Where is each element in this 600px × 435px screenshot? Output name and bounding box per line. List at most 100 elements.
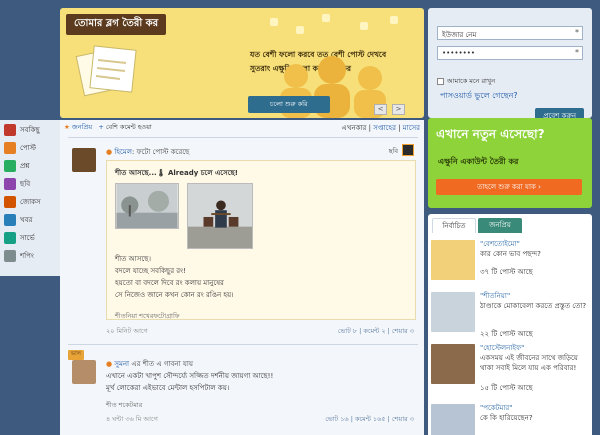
hero-next-button[interactable]: >: [392, 104, 405, 115]
share-count[interactable]: শেয়ার ৩: [392, 327, 414, 335]
start-following-button[interactable]: চলো শুরু করি: [248, 96, 330, 113]
nav-label: সবকিছু: [20, 126, 40, 134]
alert-icon: ●: [106, 148, 113, 156]
nav-label: ছবি: [20, 180, 31, 188]
post-count: ৩৭ টি পোস্ট আছে: [480, 268, 533, 276]
share-count[interactable]: শেয়ার ৩: [392, 415, 414, 423]
post-line: মূর্খ লোকেরা এইভাবে মেন্টাল হসপিটাল কয়।: [106, 384, 230, 392]
nav-item-shopping[interactable]: শপিং: [4, 250, 60, 267]
nav-label: খবর: [20, 216, 33, 224]
username-input[interactable]: ইউজার নেম *: [437, 26, 583, 40]
vote-count[interactable]: ভোট ৮: [338, 327, 357, 335]
nav-item-news[interactable]: খবর: [4, 214, 60, 231]
feed-post: ভাল ● সুমনা এর শীত এ গাবনা যায় এখানে এক…: [60, 346, 424, 435]
post-icon: [4, 142, 16, 154]
featured-subtitle: ঠাণ্ডাকে মোকাবেলা করতে প্রস্তুত তো?: [480, 302, 587, 310]
nav-label: পোস্ট: [20, 144, 36, 152]
tab-popular[interactable]: জনপ্রিয়: [478, 218, 522, 233]
featured-item[interactable]: "পকেটমার" কে কি হারিয়েছেন?: [428, 400, 592, 435]
signup-button[interactable]: তাহলে শুরু করা যাক ›: [436, 179, 582, 195]
hero-banner: তোমার ব্লগ তৈরী কর যত বেশী ফলো করবে তত ব…: [60, 8, 424, 118]
confetti-icon: [360, 22, 368, 30]
vote-count[interactable]: ভোট ১৬: [325, 415, 348, 423]
featured-subtitle: একসময় এই জীবনের সাথে জড়িয়ে থাকা সবাই …: [480, 354, 578, 372]
avatar[interactable]: [72, 360, 96, 384]
featured-item[interactable]: "শীতনিয়া" ঠাণ্ডাকে মোকাবেলা করতে প্রস্ত…: [428, 288, 592, 338]
signup-label: তাহলে শুরু করা যাক: [477, 183, 536, 191]
tab-popular[interactable]: জনপ্রিয়: [72, 123, 92, 131]
password-value: ••••••••: [442, 49, 476, 57]
post-line: এখানে একটা খাপুশ সৌন্দর্য্যে সজ্জিত দর্শ…: [106, 372, 274, 380]
signup-promo: এখানে নতুন এসেছো? এক্ষুনি একাউন্ট তৈরী ক…: [428, 118, 592, 208]
winter-fog-photo[interactable]: [115, 183, 179, 229]
remember-checkbox[interactable]: [437, 77, 444, 85]
nav-label: সার্ভে: [20, 234, 35, 242]
post-time: ৪ ঘন্টা ৩৬ মি আগে: [106, 415, 158, 423]
confetti-icon: [322, 14, 330, 22]
star-icon: ★: [64, 123, 70, 131]
plus-icon: +: [98, 123, 104, 131]
post-count: ২২ টি পোস্ট আছে: [480, 330, 533, 338]
required-mark: *: [575, 28, 579, 37]
main-feed: ★ জনপ্রিয় + বেশি কমেন্ট হওয়া এখনকার | …: [60, 120, 424, 435]
alert-icon: ●: [106, 360, 113, 368]
tab-most-commented[interactable]: বেশি কমেন্ট হওয়া: [106, 123, 152, 131]
confetti-icon: [296, 26, 304, 34]
post-meta: ● সুমনা এর শীত এ গাবনা যায়: [106, 358, 193, 370]
post-line: হয়তো বা বদলে দিবে রং কলায় মানুষের: [115, 279, 224, 287]
remember-label: আমাকে মনে রাখুন: [447, 77, 496, 85]
nav-item-survey[interactable]: সার্ভে: [4, 232, 60, 249]
comment-count[interactable]: কমেন্ট ২: [363, 327, 385, 335]
quality-badge: ভাল: [68, 350, 84, 360]
avatar[interactable]: [72, 148, 96, 172]
nav-item-post[interactable]: পোস্ট: [4, 142, 60, 159]
post-category[interactable]: ছবি: [389, 146, 398, 157]
nav-item-all[interactable]: সবকিছু: [4, 124, 60, 141]
password-input[interactable]: •••••••• *: [437, 46, 583, 60]
filter-week[interactable]: সপ্তাহের: [373, 124, 396, 132]
post-action: ফটো পোস্ট করেছে: [136, 148, 190, 156]
post-tags[interactable]: শীতনিয়া শখেরফটোগ্রাফি: [115, 311, 180, 322]
hero-prev-button[interactable]: <: [374, 104, 387, 115]
post-action: এর শীত এ গাবনা যায়: [131, 360, 194, 368]
nav-item-photo[interactable]: ছবি: [4, 178, 60, 195]
confetti-icon: [270, 18, 278, 26]
featured-thumb[interactable]: [431, 292, 475, 332]
divider: [68, 137, 418, 138]
survey-icon: [4, 232, 16, 244]
featured-thumb[interactable]: [431, 404, 475, 435]
nav-item-jokes[interactable]: জোকস: [4, 196, 60, 213]
featured-item[interactable]: "বেশতোইমো" কার কোন ভাব পছন্দ? ৩৭ টি পোস্…: [428, 236, 592, 286]
confetti-icon: [390, 16, 398, 24]
nav-item-question[interactable]: প্রশ্ন: [4, 160, 60, 177]
username-placeholder: ইউজার নেম: [442, 31, 477, 39]
tab-selected[interactable]: নির্বাচিত: [432, 218, 476, 233]
news-icon: [4, 214, 16, 226]
feed-post: ● হিমেল: ফটো পোস্ট করেছে ছবি শীত আসছে...…: [60, 140, 424, 340]
post-line: বদলে যাচ্ছে সবকিছুর রং!: [115, 267, 186, 275]
filter-month[interactable]: মাসের: [403, 124, 420, 132]
winter-street-photo[interactable]: [187, 183, 253, 249]
comment-count[interactable]: কমেন্ট ১৬৫: [355, 415, 386, 423]
papers-illustration: [75, 45, 137, 97]
login-panel: ইউজার নেম * •••••••• * আমাকে মনে রাখুন প…: [428, 8, 592, 124]
shopping-icon: [4, 250, 16, 262]
forgot-password-link[interactable]: পাসওয়ার্ড ভুলে গেছেন?: [440, 90, 518, 103]
remember-me[interactable]: আমাকে মনে রাখুন: [437, 76, 495, 87]
featured-thumb[interactable]: [431, 240, 475, 280]
featured-item[interactable]: "হোস্টেলনাইফ" একসময় এই জীবনের সাথে জড়ি…: [428, 340, 592, 392]
photo-icon: [402, 144, 414, 156]
featured-thumb[interactable]: [431, 344, 475, 384]
divider: [68, 344, 418, 345]
filter-now[interactable]: এখনকার: [342, 124, 367, 132]
post-author[interactable]: সুমনা: [114, 360, 129, 368]
hero-title: তোমার ব্লগ তৈরী কর: [66, 14, 167, 35]
time-filter: এখনকার | সপ্তাহের | মাসের: [341, 124, 420, 132]
post-author[interactable]: হিমেল: [114, 148, 132, 156]
promo-headline: এখানে নতুন এসেছো?: [436, 127, 545, 141]
post-content-card: শীত আসছে...🌡 Already চলে এসেছে! শীত আসছে…: [106, 160, 416, 320]
post-inner-title: শীত আসছে...🌡 Already চলে এসেছে!: [115, 169, 238, 177]
post-tags[interactable]: শীত শকেটমার: [106, 400, 142, 411]
required-mark: *: [575, 48, 579, 57]
photo-icon: [4, 178, 16, 190]
